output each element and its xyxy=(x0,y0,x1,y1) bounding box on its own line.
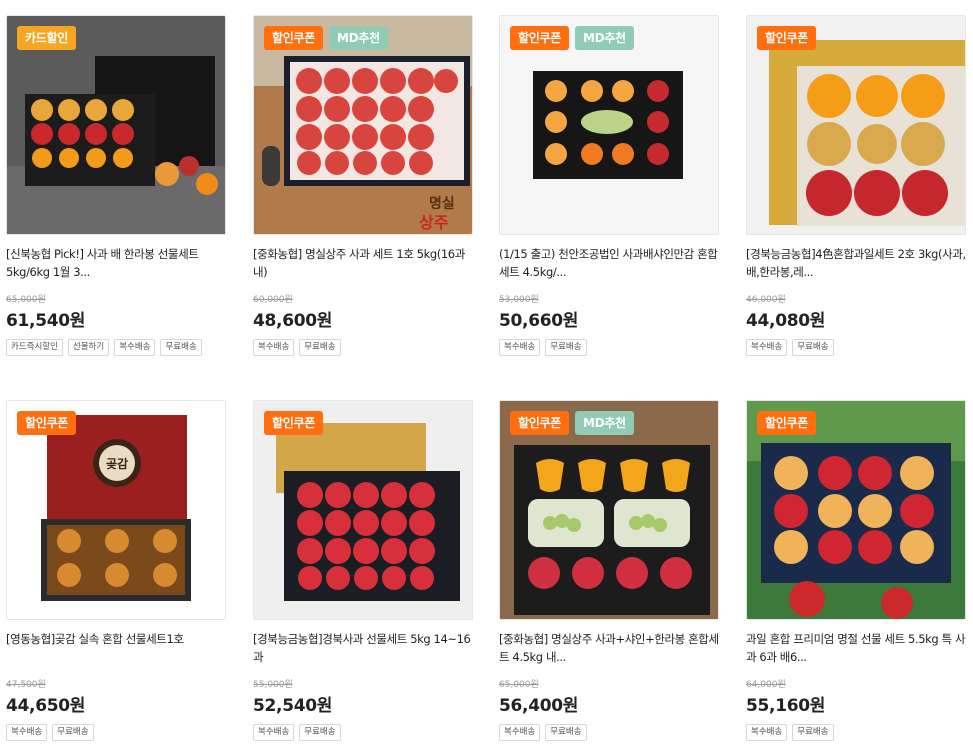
product-image[interactable]: 명실 상주 할인쿠폰 MD추천 xyxy=(253,15,473,235)
sale-price: 52,540원 xyxy=(253,696,333,716)
badge-group: 할인쿠폰 xyxy=(757,26,816,50)
product-title[interactable]: [경북능금농협]4色혼합과일세트 2호 3kg(사과,배,한라봉,레... xyxy=(746,245,966,281)
tag-free-delivery: 무료배송 xyxy=(792,339,834,356)
tag-multi-delivery: 복수배송 xyxy=(6,724,48,741)
original-price: 53,000원 xyxy=(499,295,539,305)
brand-text: 명실 xyxy=(429,195,455,212)
coupon-badge: 할인쿠폰 xyxy=(264,26,323,50)
tag-list: 복수배송 무료배송 xyxy=(499,724,719,741)
sale-price: 50,660원 xyxy=(499,311,579,331)
product-grid: 카드할인 [신북농협 Pick!] 사과 배 한라봉 선물세트 5kg/6kg … xyxy=(0,0,973,750)
product-card[interactable]: 할인쿠폰 MD추천 [중화농협] 명실상주 사과+샤인+한라봉 혼합세트 4.5… xyxy=(499,400,719,741)
badge-group: 할인쿠폰 MD추천 xyxy=(264,26,388,50)
tag-multi-delivery: 복수배송 xyxy=(746,339,788,356)
tag-list: 복수배송 무료배송 xyxy=(746,339,966,356)
tag-list: 카드즉시할인 선물하기 복수배송 무료배송 xyxy=(6,339,226,356)
product-title[interactable]: [영동농협]곶감 실속 혼합 선물세트1호 xyxy=(6,630,226,666)
original-price: 64,000원 xyxy=(746,680,786,690)
tag-list: 복수배송 무료배송 xyxy=(499,339,719,356)
product-image[interactable]: 곶감 할인쿠폰 xyxy=(6,400,226,620)
product-image[interactable]: 할인쿠폰 MD추천 xyxy=(499,400,719,620)
coupon-badge: 할인쿠폰 xyxy=(510,411,569,435)
tag-card-instant-discount: 카드즉시할인 xyxy=(6,339,63,356)
product-card[interactable]: 할인쿠폰 [경북능금농협]4色혼합과일세트 2호 3kg(사과,배,한라봉,레.… xyxy=(746,15,966,356)
tag-multi-delivery: 복수배송 xyxy=(253,724,295,741)
tag-multi-delivery: 복수배송 xyxy=(746,724,788,741)
badge-group: 할인쿠폰 MD추천 xyxy=(510,411,634,435)
product-card[interactable]: 명실 상주 할인쿠폰 MD추천 [중화농협] 명실상주 사과 세트 1호 5kg… xyxy=(253,15,473,356)
coupon-badge: 할인쿠폰 xyxy=(510,26,569,50)
brand-text: 상주 xyxy=(419,213,449,232)
product-card[interactable]: 할인쿠폰 [경북능금농협]경북사과 선물세트 5kg 14~16과 55,000… xyxy=(253,400,473,741)
tag-list: 복수배송 무료배송 xyxy=(253,339,473,356)
md-pick-badge: MD추천 xyxy=(328,26,388,50)
product-card[interactable]: 곶감 할인쿠폰 [영동농협]곶감 실속 혼합 선물세트1호 47,500원 44… xyxy=(6,400,226,741)
badge-group: 할인쿠폰 xyxy=(264,411,323,435)
tag-free-delivery: 무료배송 xyxy=(792,724,834,741)
product-title[interactable]: 과일 혼합 프리미엄 명절 선물 세트 5.5kg 특 사과 6과 배6... xyxy=(746,630,966,666)
original-price: 65,000원 xyxy=(6,295,46,305)
original-price: 65,000원 xyxy=(499,680,539,690)
badge-group: 할인쿠폰 xyxy=(757,411,816,435)
tag-multi-delivery: 복수배송 xyxy=(499,724,541,741)
tag-multi-delivery: 복수배송 xyxy=(253,339,295,356)
tag-gift: 선물하기 xyxy=(67,339,110,356)
product-image[interactable]: 할인쿠폰 xyxy=(746,15,966,235)
coupon-badge: 할인쿠폰 xyxy=(757,411,816,435)
product-card[interactable]: 할인쿠폰 과일 혼합 프리미엄 명절 선물 세트 5.5kg 특 사과 6과 배… xyxy=(746,400,966,741)
product-card[interactable]: 할인쿠폰 MD추천 (1/15 출고) 천안조공법인 사과배샤인만감 혼합세트 … xyxy=(499,15,719,356)
md-pick-badge: MD추천 xyxy=(574,26,634,50)
coupon-badge: 할인쿠폰 xyxy=(264,411,323,435)
sale-price: 56,400원 xyxy=(499,696,579,716)
product-card[interactable]: 카드할인 [신북농협 Pick!] 사과 배 한라봉 선물세트 5kg/6kg … xyxy=(6,15,226,356)
product-title[interactable]: [경북능금농협]경북사과 선물세트 5kg 14~16과 xyxy=(253,630,473,666)
product-title[interactable]: [중화농협] 명실상주 사과 세트 1호 5kg(16과내) xyxy=(253,245,473,281)
badge-group: 할인쿠폰 MD추천 xyxy=(510,26,634,50)
sale-price: 44,080원 xyxy=(746,311,826,331)
original-price: 46,000원 xyxy=(746,295,786,305)
product-image[interactable]: 할인쿠폰 MD추천 xyxy=(499,15,719,235)
tag-free-delivery: 무료배송 xyxy=(545,339,587,356)
sale-price: 55,160원 xyxy=(746,696,826,716)
sale-price: 61,540원 xyxy=(6,311,86,331)
badge-group: 할인쿠폰 xyxy=(17,411,76,435)
tag-multi-delivery: 복수배송 xyxy=(499,339,541,356)
badge-group: 카드할인 xyxy=(17,26,76,50)
tag-free-delivery: 무료배송 xyxy=(299,724,341,741)
tag-list: 복수배송 무료배송 xyxy=(746,724,966,741)
product-title[interactable]: (1/15 출고) 천안조공법인 사과배샤인만감 혼합세트 4.5kg/... xyxy=(499,245,719,281)
original-price: 47,500원 xyxy=(6,680,46,690)
tag-free-delivery: 무료배송 xyxy=(160,339,202,356)
product-image[interactable]: 할인쿠폰 xyxy=(746,400,966,620)
coupon-badge: 할인쿠폰 xyxy=(17,411,76,435)
product-image[interactable]: 카드할인 xyxy=(6,15,226,235)
sale-price: 44,650원 xyxy=(6,696,86,716)
coupon-badge: 할인쿠폰 xyxy=(757,26,816,50)
product-image[interactable]: 할인쿠폰 xyxy=(253,400,473,620)
tag-free-delivery: 무료배송 xyxy=(545,724,587,741)
tag-list: 복수배송 무료배송 xyxy=(6,724,226,741)
sale-price: 48,600원 xyxy=(253,311,333,331)
md-pick-badge: MD추천 xyxy=(574,411,634,435)
original-price: 55,000원 xyxy=(253,680,293,690)
product-title[interactable]: [중화농협] 명실상주 사과+샤인+한라봉 혼합세트 4.5kg 내... xyxy=(499,630,719,666)
tag-multi-delivery: 복수배송 xyxy=(114,339,156,356)
card-discount-badge: 카드할인 xyxy=(17,26,76,50)
brand-text: 곶감 xyxy=(106,456,128,471)
original-price: 60,000원 xyxy=(253,295,293,305)
tag-free-delivery: 무료배송 xyxy=(52,724,94,741)
tag-list: 복수배송 무료배송 xyxy=(253,724,473,741)
tag-free-delivery: 무료배송 xyxy=(299,339,341,356)
product-title[interactable]: [신북농협 Pick!] 사과 배 한라봉 선물세트 5kg/6kg 1월 3.… xyxy=(6,245,226,281)
